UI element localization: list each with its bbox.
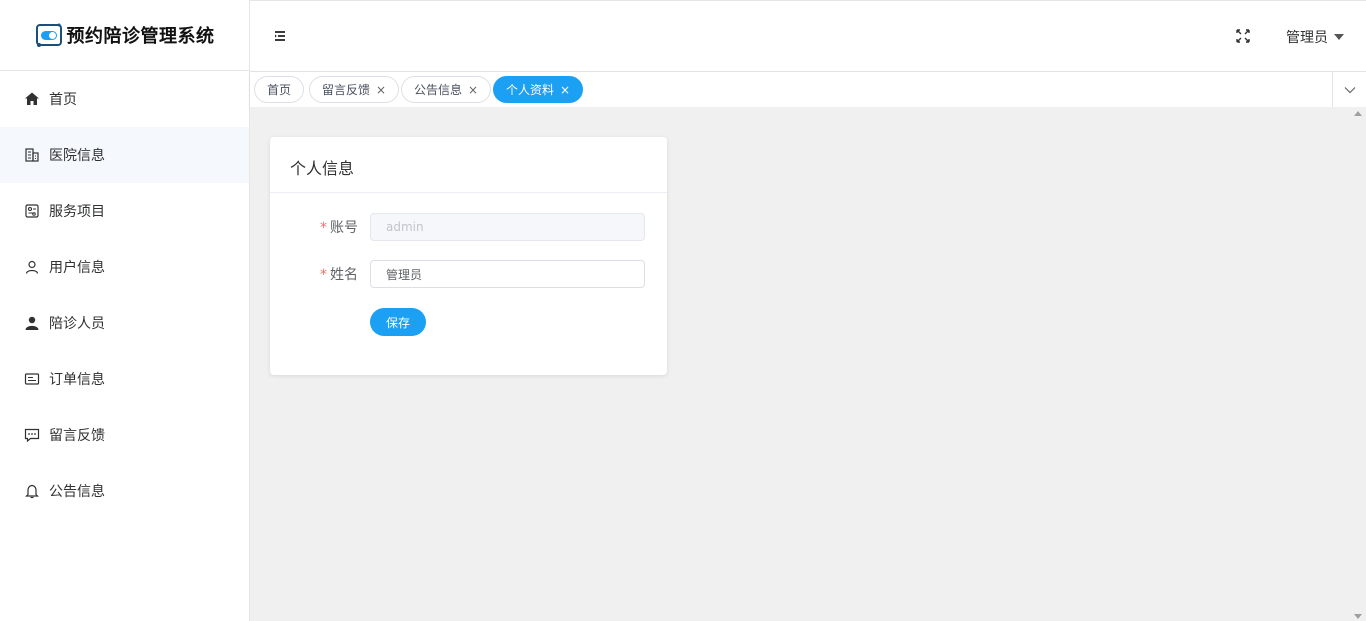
top-header: 管理员 — [250, 0, 1366, 72]
menu-toggle-icon[interactable] — [272, 28, 288, 44]
scroll-up-arrow[interactable] — [1354, 111, 1362, 116]
scroll-down-arrow[interactable] — [1354, 614, 1362, 619]
tab-label: 公告信息 — [414, 83, 463, 97]
profile-card: 个人信息 *账号 *姓名 保存 — [270, 137, 667, 375]
tabs-dropdown-button[interactable] — [1332, 72, 1366, 107]
sidebar-item-hospital[interactable]: 医院信息 — [0, 127, 249, 183]
service-icon — [24, 203, 40, 219]
close-icon[interactable]: × — [376, 84, 386, 96]
sidebar-item-label: 陪诊人员 — [49, 316, 105, 332]
sidebar-item-label: 公告信息 — [49, 484, 105, 500]
chat-icon — [24, 427, 40, 443]
sidebar-item-services[interactable]: 服务项目 — [0, 183, 249, 239]
account-input[interactable] — [370, 213, 645, 241]
sidebar-item-feedback[interactable]: 留言反馈 — [0, 407, 249, 463]
tab-home[interactable]: 首页 — [254, 76, 305, 103]
sidebar-item-users[interactable]: 用户信息 — [0, 239, 249, 295]
chevron-down-icon — [1344, 86, 1355, 93]
sidebar: 预约陪诊管理系统 首页 医院信息 服务项目 用户信息 陪诊人员 订单信息 留言反… — [0, 0, 250, 621]
tab-label: 留言反馈 — [322, 83, 371, 97]
person-filled-icon — [24, 315, 40, 331]
home-icon — [24, 91, 40, 107]
name-input[interactable] — [370, 260, 645, 288]
user-icon — [24, 259, 40, 275]
sidebar-item-notices[interactable]: 公告信息 — [0, 463, 249, 519]
close-icon[interactable]: × — [560, 84, 570, 96]
tab-feedback[interactable]: 留言反馈 × — [309, 76, 400, 103]
save-button[interactable]: 保存 — [370, 308, 426, 336]
sidebar-item-label: 医院信息 — [49, 148, 105, 164]
tab-label: 个人资料 — [506, 83, 555, 97]
required-mark: * — [320, 267, 327, 283]
user-name: 管理员 — [1286, 30, 1328, 46]
sidebar-item-label: 用户信息 — [49, 260, 105, 276]
card-title: 个人信息 — [270, 137, 667, 193]
account-row: * 账号 — [270, 213, 645, 241]
app-title: 预约陪诊管理系统 — [66, 26, 215, 47]
required-mark: * — [320, 220, 327, 236]
sidebar-item-home[interactable]: 首页 — [0, 71, 249, 127]
sidebar-item-label: 留言反馈 — [49, 428, 105, 444]
caret-down-icon — [1334, 34, 1344, 40]
bell-icon — [24, 483, 40, 499]
user-menu[interactable]: 管理员 — [1286, 27, 1344, 47]
sidebar-item-label: 订单信息 — [49, 372, 105, 388]
tab-profile[interactable]: 个人资料 × — [493, 76, 584, 103]
sidebar-item-escorts[interactable]: 陪诊人员 — [0, 295, 249, 351]
sidebar-item-label: 首页 — [49, 92, 77, 108]
account-label: * 账号 — [320, 220, 358, 236]
logo-area: 预约陪诊管理系统 — [0, 0, 249, 71]
tab-notices[interactable]: 公告信息 × — [401, 76, 492, 103]
sidebar-menu: 首页 医院信息 服务项目 用户信息 陪诊人员 订单信息 留言反馈 公告信息 — [0, 71, 249, 519]
name-row: * 姓名 — [270, 260, 645, 288]
order-icon — [24, 371, 40, 387]
close-icon[interactable]: × — [468, 84, 478, 96]
tab-label: 首页 — [267, 83, 292, 97]
tabs-bar: 首页 留言反馈 × 公告信息 × 个人资料 × — [250, 72, 1366, 107]
sidebar-item-label: 服务项目 — [49, 204, 105, 220]
main-content: 个人信息 *账号 *姓名 保存 — [250, 107, 1366, 621]
building-icon — [24, 147, 40, 163]
sidebar-item-orders[interactable]: 订单信息 — [0, 351, 249, 407]
fullscreen-icon[interactable] — [1236, 29, 1250, 43]
name-label: * 姓名 — [320, 267, 358, 283]
logo-icon — [35, 21, 63, 49]
